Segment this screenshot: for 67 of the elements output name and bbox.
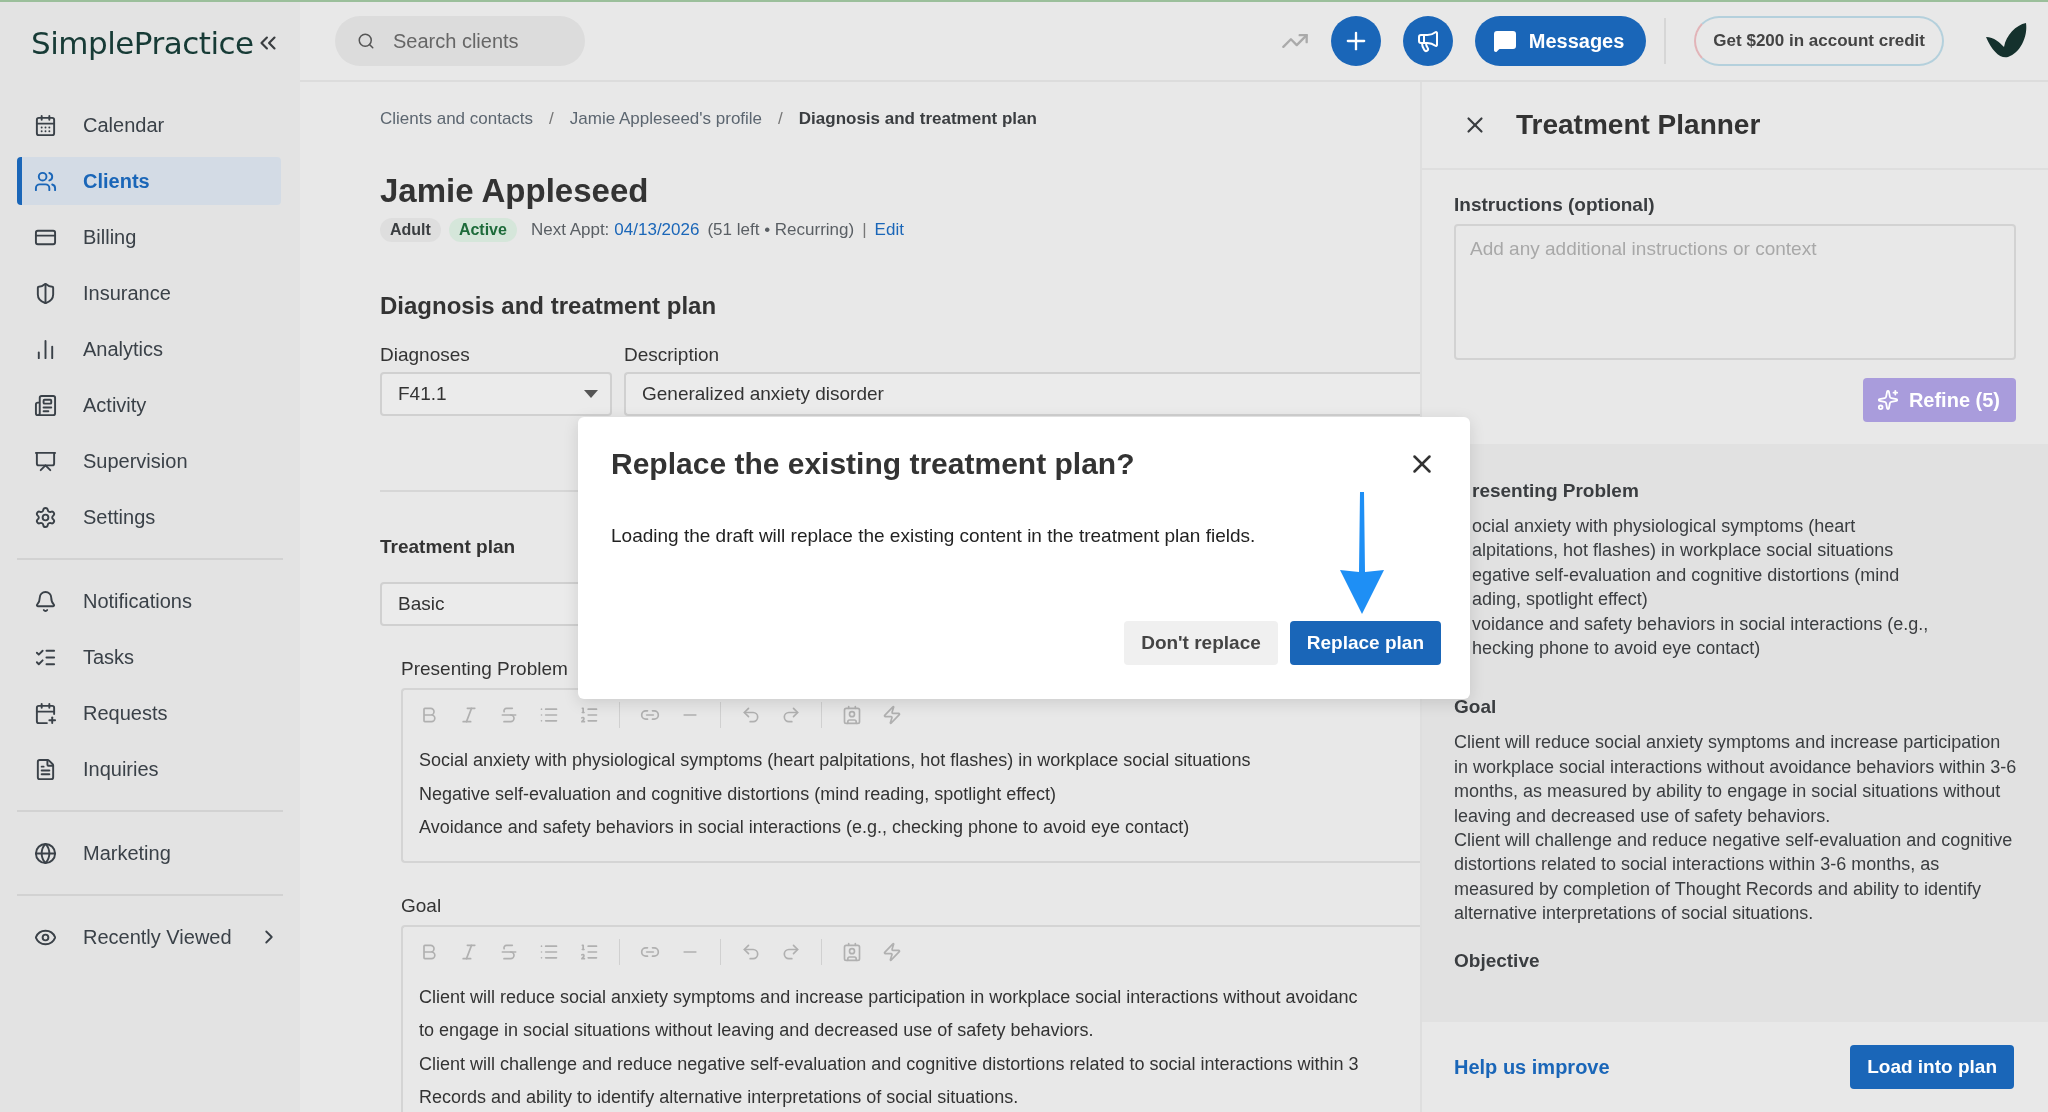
field-label: Presenting Problem: [401, 658, 568, 680]
sidebar-item[interactable]: Inquiries: [17, 745, 281, 793]
logo[interactable]: SimplePractice: [31, 25, 254, 61]
search-field[interactable]: Search clients: [391, 28, 561, 54]
draft-text: ading, spotlight effect): [1472, 588, 1649, 612]
cancel-button[interactable]: Don't replace: [1124, 621, 1278, 665]
sidebar-item[interactable]: Insurance: [17, 269, 281, 317]
separator: |: [862, 220, 867, 240]
dialog-title: Replace the existing treatment plan?: [611, 447, 1135, 481]
dialog-message: Loading the draft will replace the existing content in the treatment plan fields.: [611, 525, 1257, 547]
editor-text-line: Social anxiety with physiological symptoms (heart palpitations, hot flashes) in workplace social situations: [419, 749, 1252, 772]
sidebar-item[interactable]: Requests: [17, 689, 281, 737]
edit-link[interactable]: Edit: [874, 220, 904, 240]
sidebar-item[interactable]: Marketing: [17, 829, 281, 877]
sidebar-item[interactable]: Clients: [17, 157, 281, 205]
field-label: Goal: [401, 894, 442, 917]
next-appt-label: Next Appt:: [530, 220, 610, 240]
load-button[interactable]: Load into plan: [1850, 1045, 2014, 1089]
client-name: Jamie Appleseed: [380, 172, 650, 210]
editor-text-line: Negative self-evaluation and cognitive distortions (mind reading, spotlight effect): [419, 782, 1058, 806]
draft-text: voidance and safety behaviors in social interactions (e.g.,: [1472, 612, 1930, 636]
editor-text-line: to engage in social situations without leaving and decreased use of safety behaviors.: [419, 1019, 1095, 1042]
panel-title: Treatment Planner: [1516, 109, 1761, 141]
breadcrumb-separator: /: [549, 109, 554, 129]
editor-text-line: Client will reduce social anxiety symptoms and increase participation in workplace social interactions without avoidanc: [419, 985, 1359, 1009]
draft-text: ocial anxiety with physiological symptoms (heart: [1472, 515, 1857, 538]
sidebar-item[interactable]: Recently Viewed: [17, 913, 281, 961]
status-badge: Active: [448, 218, 517, 242]
appointment-info: (51 left • Recurring): [707, 220, 855, 240]
sidebar-item[interactable]: Notifications: [17, 577, 281, 625]
sidebar-item[interactable]: Calendar: [17, 101, 281, 149]
editor-text-line: Avoidance and safety behaviors in social interactions (e.g., checking phone to avoid eye contact): [419, 816, 1191, 839]
section-heading: Objective: [1454, 949, 1541, 972]
draft-text: egative self-evaluation and cognitive distortions (mind: [1472, 563, 1901, 587]
messages-button[interactable]: Messages: [1474, 16, 1647, 66]
editor-text-line: Records and ability to identify alternative interpretations of social situations.: [419, 1086, 1020, 1109]
breadcrumb[interactable]: Diagnosis and treatment plan: [798, 109, 1037, 129]
sidebar-item[interactable]: Supervision: [17, 437, 281, 485]
field-label: Treatment plan: [380, 536, 516, 558]
feedback-link[interactable]: Help us improve: [1454, 1055, 1610, 1079]
draft-text: Client will challenge and reduce negative self-evaluation and cognitive distortions related to social interactions within 3-6 months, as measured by completion of Thought Records and ability to identify alternative interpretations of social situations.: [1454, 829, 2014, 926]
section-title: Diagnosis and treatment plan: [380, 292, 718, 320]
section-heading: Goal: [1454, 696, 1498, 719]
diagnosis-select[interactable]: F41.1: [380, 372, 612, 416]
field-label: Instructions (optional): [1454, 194, 1656, 216]
breadcrumb-separator: /: [778, 109, 783, 129]
editor-text-line: Client will challenge and reduce negative self-evaluation and cognitive distortions related to social interactions within 3: [419, 1052, 1360, 1076]
sidebar-item[interactable]: Billing: [17, 213, 281, 261]
breadcrumb[interactable]: Jamie Appleseed's profile: [569, 109, 763, 129]
draft-text: alpitations, hot flashes) in workplace social situations: [1472, 539, 1895, 563]
sidebar-item[interactable]: Analytics: [17, 325, 281, 373]
sidebar-item[interactable]: Tasks: [17, 633, 281, 681]
description-field[interactable]: Generalized anxiety disorder: [624, 372, 1420, 416]
sidebar-item[interactable]: Settings: [17, 493, 281, 541]
status-badge: Adult: [380, 218, 441, 242]
sidebar-item[interactable]: Activity: [17, 381, 281, 429]
field-label: Description: [624, 344, 721, 366]
appointment-link[interactable]: 04/13/2026: [614, 220, 700, 240]
search-bar[interactable]: Search clients: [335, 16, 585, 66]
confirm-button[interactable]: Replace plan: [1289, 621, 1441, 665]
draft-text: Client will reduce social anxiety symptoms and increase participation in workplace social interactions without avoidance behaviors within 3-6 months, as measured by ability to engage in social situations without leaving and decreased use of safety behaviors.: [1454, 731, 2018, 828]
credit-button[interactable]: Get $200 in account credit: [1694, 16, 1944, 66]
draft-text: hecking phone to avoid eye contact): [1472, 637, 1762, 661]
instructions-field[interactable]: Add any additional instructions or context: [1454, 224, 2016, 360]
section-heading: resenting Problem: [1472, 480, 1640, 502]
breadcrumb[interactable]: Clients and contacts: [380, 109, 534, 129]
field-label: Diagnoses: [380, 344, 471, 366]
